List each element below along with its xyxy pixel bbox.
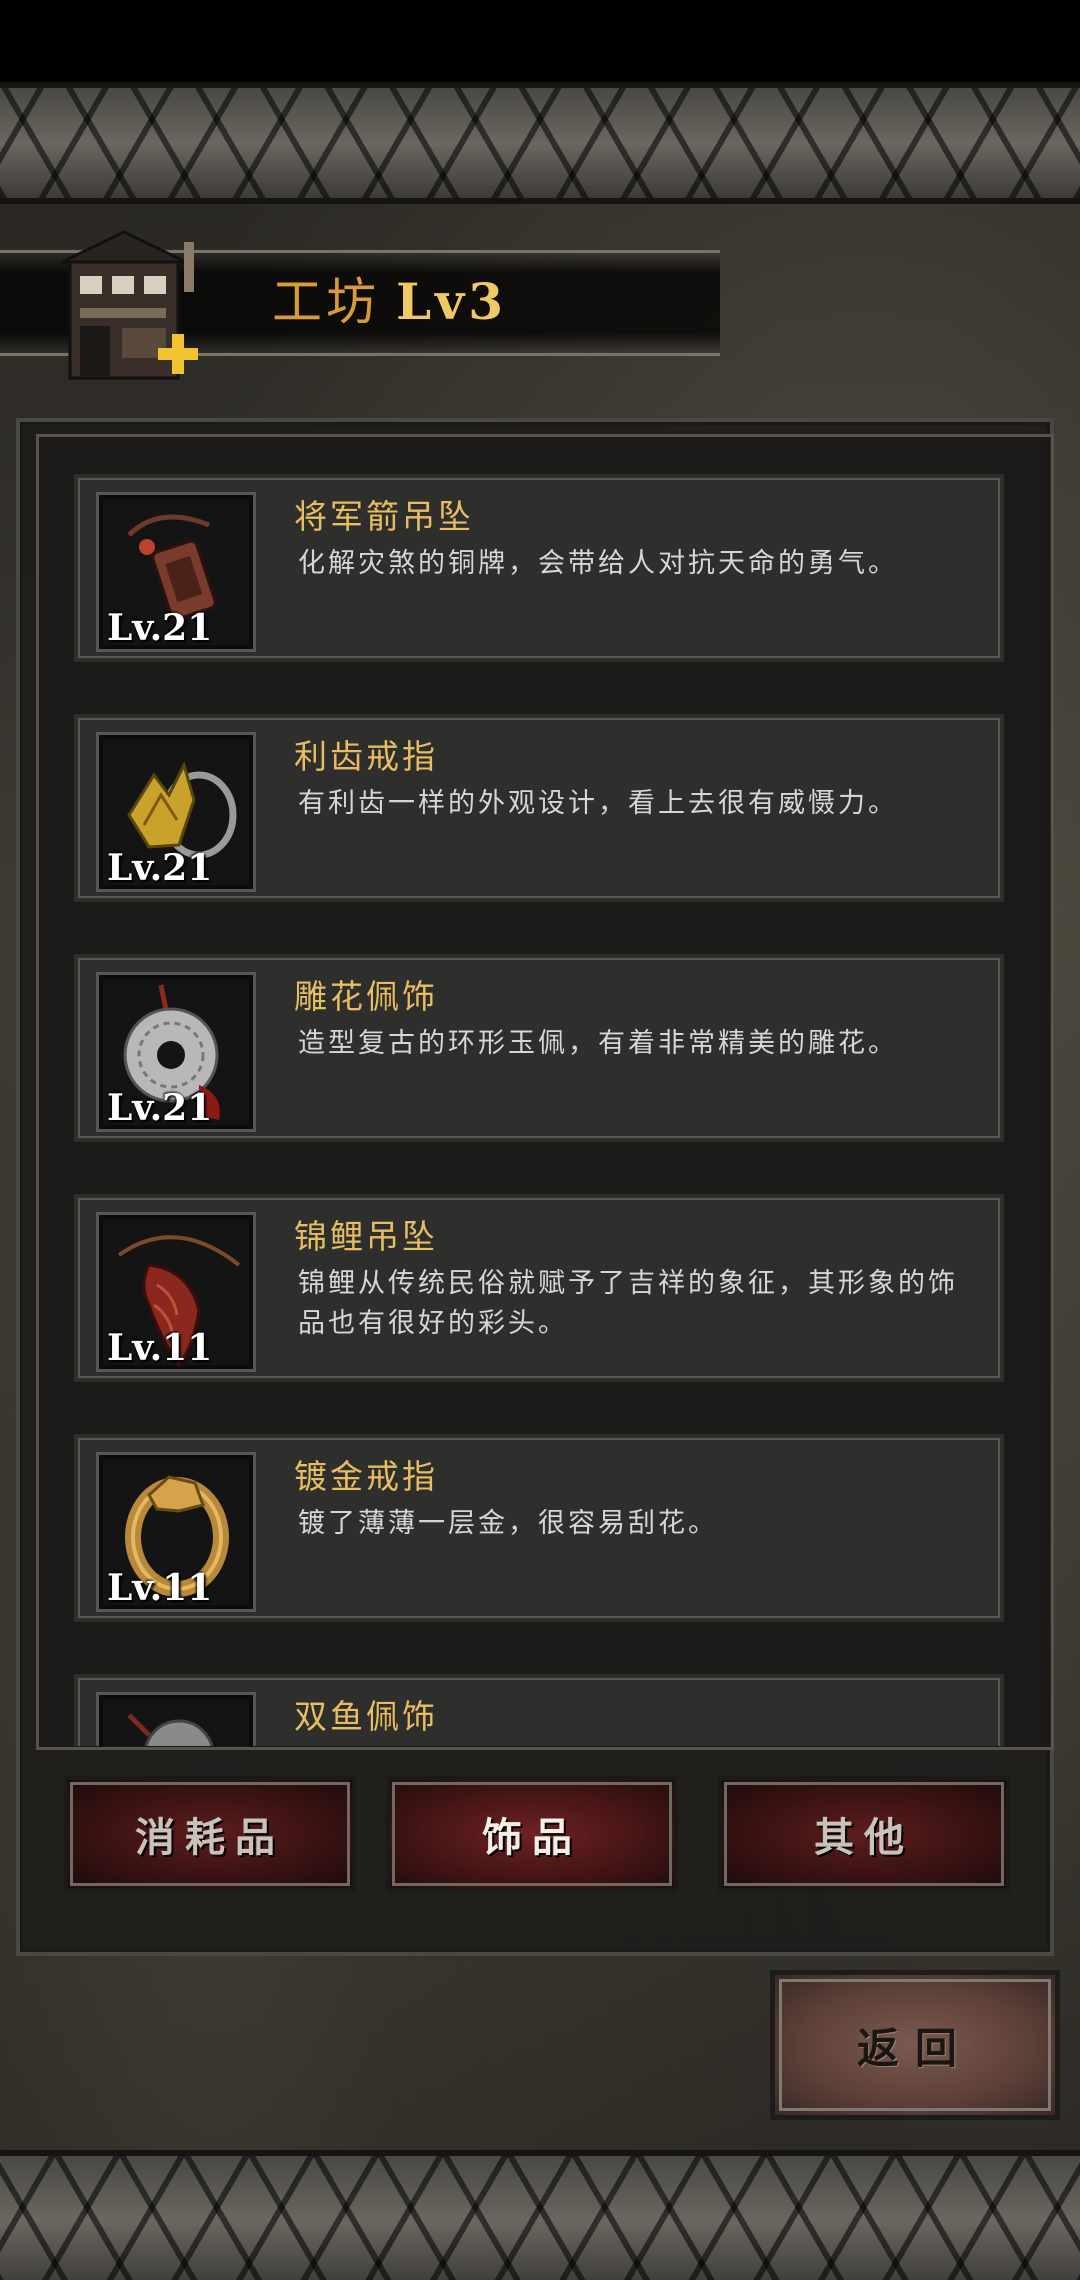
item-description: 造型复古的环形玉佩，有着非常精美的雕花。 [298, 1028, 898, 1059]
item-level: Lv.11 [107, 1567, 213, 1609]
item-name: 利齿戒指 [294, 737, 438, 776]
list-item[interactable]: Lv.11 镀金戒指 镀了薄薄一层金，很容易刮花。 [70, 1430, 1008, 1626]
item-thumbnail: Lv.11 [96, 1452, 256, 1612]
back-button[interactable]: 返回 [770, 1970, 1060, 2120]
item-thumbnail: Lv.21 [96, 972, 256, 1132]
item-thumbnail [96, 1692, 256, 1746]
tab-others[interactable]: 其他 [718, 1776, 1010, 1892]
item-name: 将军箭吊坠 [294, 497, 474, 536]
item-level: Lv.21 [107, 1087, 213, 1129]
item-description: 化解灾煞的铜牌，会带给人对抗天命的勇气。 [298, 548, 898, 579]
item-list[interactable]: Lv.21 将军箭吊坠 化解灾煞的铜牌，会带给人对抗天命的勇气。 Lv.21 利… [70, 470, 1016, 1746]
tab-consumables[interactable]: 消耗品 [64, 1776, 356, 1892]
item-level: Lv.11 [107, 1327, 213, 1369]
list-item[interactable]: Lv.21 将军箭吊坠 化解灾煞的铜牌，会带给人对抗天命的勇气。 [70, 470, 1008, 666]
item-thumbnail: Lv.11 [96, 1212, 256, 1372]
item-name: 锦鲤吊坠 [294, 1217, 438, 1256]
item-level: Lv.21 [107, 607, 213, 649]
item-name: 镀金戒指 [294, 1457, 438, 1496]
list-item[interactable]: Lv.11 锦鲤吊坠 锦鲤从传统民俗就赋予了吉祥的象征，其形象的饰品也有很好的彩… [70, 1190, 1008, 1386]
item-name: 雕花佩饰 [294, 977, 438, 1016]
title-name: 工坊 [272, 273, 380, 331]
item-thumbnail: Lv.21 [96, 492, 256, 652]
top-ornament-border [0, 82, 1080, 204]
item-description: 锦鲤从传统民俗就赋予了吉祥的象征，其形象的饰品也有很好的彩头。 [298, 1268, 958, 1339]
item-level: Lv.21 [107, 847, 213, 889]
status-bar-area [0, 0, 1080, 82]
item-name: 双鱼佩饰 [294, 1697, 438, 1736]
item-thumbnail: Lv.21 [96, 732, 256, 892]
list-item[interactable]: Lv.21 雕花佩饰 造型复古的环形玉佩，有着非常精美的雕花。 [70, 950, 1008, 1146]
workshop-building-icon [61, 230, 198, 380]
item-description: 有利齿一样的外观设计，看上去很有威慑力。 [298, 788, 898, 819]
page-title: 工坊 Lv3 [272, 262, 507, 342]
list-item[interactable]: 双鱼佩饰 [70, 1670, 1008, 1746]
tab-accessories[interactable]: 饰品 [386, 1776, 678, 1892]
list-item[interactable]: Lv.21 利齿戒指 有利齿一样的外观设计，看上去很有威慑力。 [70, 710, 1008, 906]
item-description: 镀了薄薄一层金，很容易刮花。 [298, 1508, 718, 1539]
twin-fish-pendant-icon [127, 1713, 214, 1746]
workshop-screen: 工坊 Lv3 Lv.21 将军箭吊坠 化解灾煞的铜牌，会带给人对抗天命的勇气。 [0, 0, 1080, 2280]
bottom-ornament-border [0, 2150, 1080, 2280]
title-level: Lv3 [396, 272, 507, 331]
